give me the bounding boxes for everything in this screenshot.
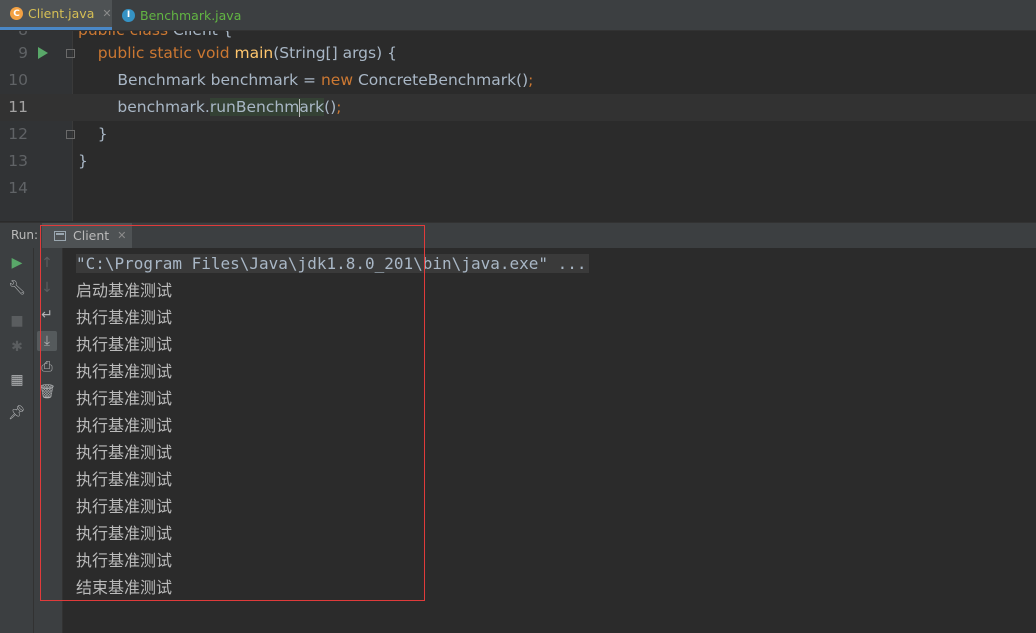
scroll-to-end-icon[interactable]: ⤓ xyxy=(37,331,57,351)
console-line: 执行基准测试 xyxy=(76,389,173,408)
console-line: 执行基准测试 xyxy=(76,416,173,435)
line-number: 9 xyxy=(18,44,28,62)
run-label: Run: xyxy=(11,228,39,242)
run-toolbar-secondary: ↑ ↓ ↵ ⤓ ⎙ 🗑︎ xyxy=(34,248,63,633)
line-number: 10 xyxy=(8,71,28,89)
text-caret xyxy=(299,98,301,117)
console-line: 结束基准测试 xyxy=(76,578,173,597)
console-line: 执行基准测试 xyxy=(76,362,173,381)
code-text: Benchmark benchmark = new ConcreteBenchm… xyxy=(78,71,534,89)
interface-icon: I xyxy=(122,8,135,22)
line-number: 11 xyxy=(8,98,28,116)
code-line: 10 Benchmark benchmark = new ConcreteBen… xyxy=(0,67,1036,94)
java-command: "C:\Program Files\Java\jdk1.8.0_201\bin\… xyxy=(76,254,589,273)
console-command-line: "C:\Program Files\Java\jdk1.8.0_201\bin\… xyxy=(76,250,589,277)
layout-icon[interactable]: ▦ xyxy=(7,370,27,390)
editor-tab-bar: C Client.java ✕ I Benchmark.java xyxy=(0,0,1036,31)
stop-icon[interactable]: ■ xyxy=(7,311,27,331)
close-icon[interactable]: ✕ xyxy=(102,7,111,20)
console-line: 执行基准测试 xyxy=(76,335,173,354)
code-line: 14 xyxy=(0,175,1036,202)
soft-wrap-icon[interactable]: ↵ xyxy=(37,305,57,325)
tab-benchmark-java[interactable]: I Benchmark.java xyxy=(112,0,252,30)
debug-icon[interactable]: ✱ xyxy=(7,337,27,357)
fold-icon[interactable] xyxy=(66,130,75,139)
tab-client-java[interactable]: C Client.java ✕ xyxy=(0,0,112,30)
down-arrow-icon[interactable]: ↓ xyxy=(37,278,57,298)
class-icon: C xyxy=(10,7,23,20)
console-line: 执行基准测试 xyxy=(76,443,173,462)
rerun-icon[interactable]: ▶ xyxy=(7,253,27,273)
console-line: 执行基准测试 xyxy=(76,308,173,327)
console-line: 启动基准测试 xyxy=(76,281,173,300)
up-arrow-icon[interactable]: ↑ xyxy=(37,253,57,273)
pin-icon[interactable]: 📌︎ xyxy=(7,403,27,423)
tab-label: Client.java xyxy=(28,6,95,21)
tab-label: Benchmark.java xyxy=(140,7,242,23)
code-editor[interactable]: 8 public class Client { 9 public static … xyxy=(0,31,1036,221)
console-line: 执行基准测试 xyxy=(76,524,173,543)
console-line: 执行基准测试 xyxy=(76,470,173,489)
code-line-current: 11 benchmark.runBenchmark(); xyxy=(0,94,1036,121)
run-toolbar-primary: ▶ 🔧︎ ■ ✱ ▦ 📌︎ xyxy=(0,248,34,633)
line-number: 12 xyxy=(8,125,28,143)
console-line: 执行基准测试 xyxy=(76,497,173,516)
console-line: 执行基准测试 xyxy=(76,551,173,570)
code-line: 12 } xyxy=(0,121,1036,148)
console-icon xyxy=(54,230,66,241)
run-tool-window-header: Run: Client ✕ xyxy=(0,222,1036,249)
trash-icon[interactable]: 🗑︎ xyxy=(37,382,57,402)
code-line: 9 public static void main(String[] args)… xyxy=(0,40,1036,67)
fold-icon[interactable] xyxy=(66,49,75,58)
line-number: 13 xyxy=(8,152,28,170)
code-text: benchmark.runBenchmark(); xyxy=(78,98,342,117)
line-number: 14 xyxy=(8,179,28,197)
print-icon[interactable]: ⎙ xyxy=(37,357,57,377)
code-text: } xyxy=(78,125,108,143)
close-icon[interactable]: ✕ xyxy=(117,229,126,242)
code-text: } xyxy=(78,152,88,170)
code-text: public static void main(String[] args) { xyxy=(97,44,397,62)
console-output[interactable]: "C:\Program Files\Java\jdk1.8.0_201\bin\… xyxy=(63,248,1036,633)
run-tab-client[interactable]: Client ✕ xyxy=(42,223,132,248)
code-line: 13 } xyxy=(0,148,1036,175)
wrench-icon[interactable]: 🔧︎ xyxy=(7,278,27,298)
run-tab-label: Client xyxy=(73,228,110,243)
run-gutter-icon[interactable] xyxy=(38,47,48,59)
